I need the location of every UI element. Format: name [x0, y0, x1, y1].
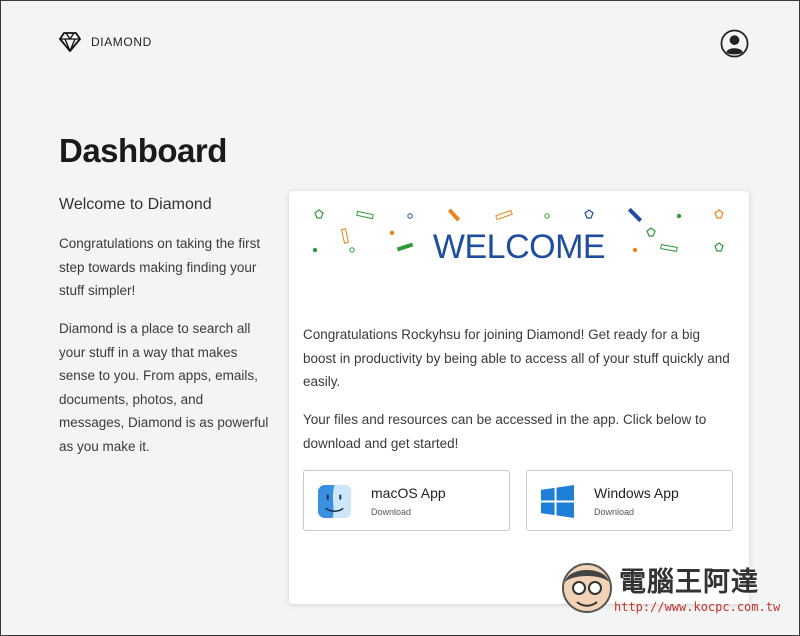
windows-download-label: Download	[594, 507, 635, 517]
confetti-rect	[627, 207, 643, 223]
finder-icon	[317, 484, 352, 519]
welcome-banner-text: WELCOME	[432, 228, 606, 266]
gem-icon	[714, 209, 724, 219]
macos-download-button[interactable]: macOS App Download	[303, 470, 510, 531]
brand-name: DIAMOND	[91, 35, 152, 49]
mascot-icon	[562, 563, 612, 613]
macos-download-label: Download	[371, 507, 412, 517]
page-title: Dashboard	[59, 132, 227, 169]
welcome-card: WELCOME Congratulations Rockyhsu for joi…	[289, 191, 749, 604]
macos-app-label: macOS App	[371, 485, 446, 501]
confetti-dot	[407, 213, 413, 219]
diamond-icon	[59, 32, 81, 52]
user-circle-icon[interactable]	[720, 29, 749, 58]
intro-paragraph: Congratulations on taking the first step…	[59, 236, 261, 298]
windows-app-label: Windows App	[594, 485, 679, 501]
confetti-dot	[544, 213, 550, 219]
watermark: 電腦王阿達 http://www.kocpc.com.tw	[559, 556, 789, 620]
gem-icon	[584, 209, 594, 219]
download-instructions: Your files and resources can be accessed…	[303, 412, 707, 451]
welcome-message: Congratulations Rockyhsu for joining Dia…	[303, 327, 730, 389]
confetti-dot	[676, 213, 682, 219]
brand[interactable]: DIAMOND	[59, 32, 152, 52]
windows-icon	[540, 484, 575, 519]
description-paragraph: Diamond is a place to search all your st…	[59, 321, 269, 454]
confetti-rect	[356, 210, 374, 220]
confetti-rect	[447, 208, 461, 222]
welcome-heading: Welcome to Diamond	[59, 196, 212, 213]
confetti-rect	[495, 209, 513, 221]
watermark-text: 電腦王阿達	[619, 567, 759, 598]
windows-download-button[interactable]: Windows App Download	[526, 470, 733, 531]
watermark-url: http://www.kocpc.com.tw	[614, 600, 781, 614]
gem-icon	[314, 209, 324, 219]
